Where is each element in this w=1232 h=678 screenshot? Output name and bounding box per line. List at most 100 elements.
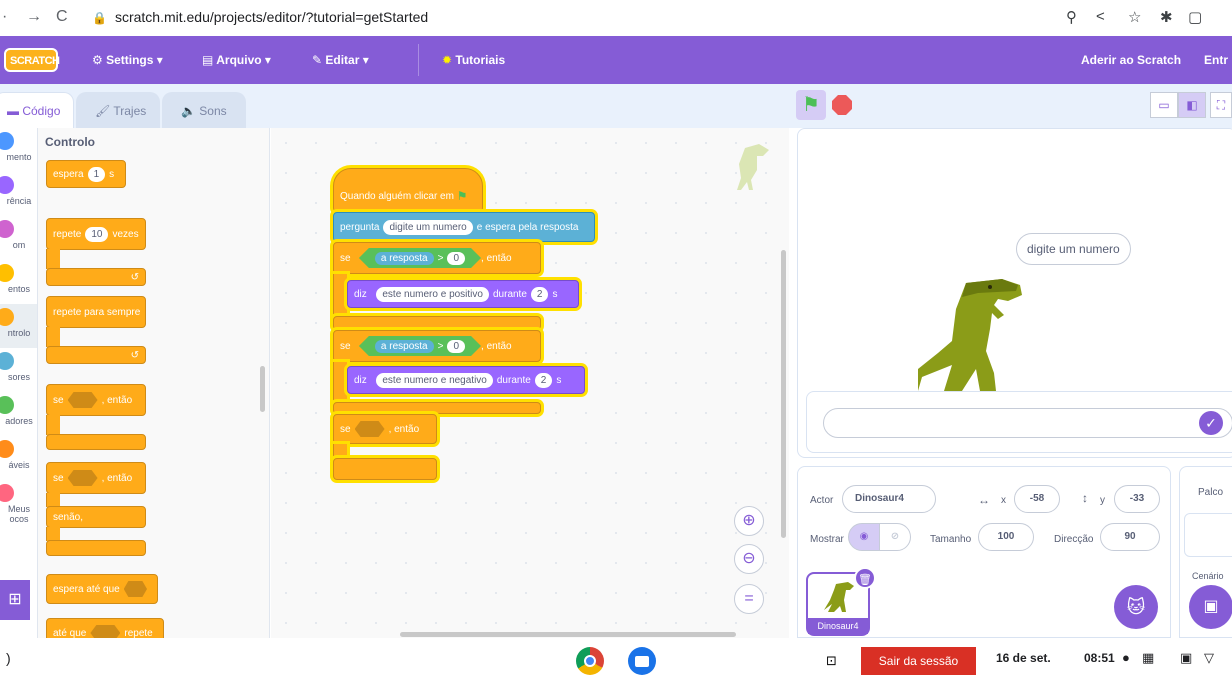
zoom-reset-button[interactable]: = [734,584,764,614]
tutorials-menu[interactable]: ✹ Tutoriais [442,53,505,67]
size-input[interactable]: 100 [978,523,1034,551]
block-input[interactable]: 0 [447,252,465,265]
workspace-horizontal-scrollbar[interactable] [400,632,736,637]
category-motion[interactable]: mento [0,132,37,162]
stage-selector-pane[interactable]: Palco Cenário ▣ [1179,466,1232,638]
answer-reporter[interactable]: a resposta [375,252,434,265]
notification-icon[interactable]: ● [1122,650,1130,665]
category-my-blocks[interactable]: Meus ocos [0,484,37,524]
reload-icon[interactable]: C [56,8,68,26]
files-icon[interactable] [628,647,656,675]
category-operators[interactable]: adores [0,396,37,426]
say-for-secs-block[interactable]: diz este numero e negativo durante 2 s [347,366,585,394]
scratch-logo[interactable]: SCRATCH [4,48,60,72]
if-then-block[interactable]: se , então [46,384,146,416]
chrome-icon[interactable] [576,647,604,675]
add-backdrop-button[interactable]: ▣ [1189,585,1232,629]
zoom-in-button[interactable]: ⊕ [734,506,764,536]
block-input[interactable]: 2 [530,286,549,302]
if-then-block[interactable]: se a resposta > 0 , então [333,330,541,362]
direction-input[interactable]: 90 [1100,523,1160,551]
zoom-icon[interactable]: ⚲ [1066,8,1077,26]
block-input[interactable]: 1 [87,166,106,182]
dinosaur-sprite[interactable] [918,269,1028,394]
join-scratch-link[interactable]: Aderir ao Scratch [1081,53,1181,67]
y-position-input[interactable]: -33 [1114,485,1160,513]
condition-slot[interactable] [67,392,98,408]
tote-icon[interactable]: ⊡ [826,653,837,669]
sprite-name-input[interactable]: Dinosaur4 [842,485,936,513]
block-input[interactable]: 10 [85,226,109,242]
greater-than-operator[interactable]: a resposta > 0 [359,248,481,268]
if-else-block[interactable]: se , então [46,462,146,494]
block-input[interactable]: 2 [534,372,553,388]
fullscreen-button[interactable]: ⛶ [1210,92,1232,118]
block-input[interactable]: este numero e negativo [376,372,493,388]
sign-out-button[interactable]: Sair da sessão [861,647,976,675]
show-hidden-button[interactable]: ⊘ [879,523,911,551]
back-icon[interactable]: · [2,8,7,26]
time-text[interactable]: 08:51 [1084,651,1115,665]
tab-costumes[interactable]: 🖌 Trajes [76,92,160,128]
stage-canvas[interactable]: digite um numero ✓ [797,128,1232,458]
answer-reporter[interactable]: a resposta [375,340,434,353]
keyboard-icon[interactable]: ▣ [1180,650,1192,666]
add-extension-button[interactable]: ⊞ [0,580,30,620]
address-bar[interactable]: 🔒 scratch.mit.edu/projects/editor/?tutori… [92,9,428,25]
repeat-block[interactable]: repete 10 vezes [46,218,146,250]
settings-menu[interactable]: ⚙ Settings ▾ [92,53,163,67]
script-stack[interactable]: Quando alguém clicar em ⚑ pergunta digite… [333,168,595,486]
category-variables[interactable]: áveis [0,440,37,470]
zoom-out-button[interactable]: ⊖ [734,544,764,574]
workspace-vertical-scrollbar[interactable] [781,250,786,538]
submit-check-icon[interactable]: ✓ [1199,411,1223,435]
bookmark-star-icon[interactable]: ☆ [1128,8,1141,26]
date-text[interactable]: 16 de set. [996,651,1051,665]
block-input[interactable]: digite um numero [383,219,473,235]
tab-code[interactable]: ▬ Código [0,92,74,128]
block-input[interactable]: 0 [447,340,465,353]
category-sound[interactable]: om [0,220,37,250]
category-looks[interactable]: rência [0,176,37,206]
say-for-secs-block[interactable]: diz este numero e positivo durante 2 s [347,280,579,308]
show-visible-button[interactable]: ◉ [848,523,880,551]
answer-input[interactable] [823,408,1232,438]
if-then-block[interactable]: se a resposta > 0 , então [333,242,541,274]
condition-slot[interactable] [123,581,147,597]
wifi-icon[interactable]: ▽ [1204,650,1214,666]
edit-menu[interactable]: ✎ Editar ▾ [312,53,369,67]
tab-sounds[interactable]: 🔈 Sons [162,92,246,128]
small-stage-button[interactable]: ▭ [1150,92,1178,118]
script-workspace[interactable]: Quando alguém clicar em ⚑ pergunta digite… [271,128,789,638]
stop-button[interactable] [832,95,852,115]
if-then-block[interactable]: se , então [333,414,437,444]
wait-until-block[interactable]: espera até que [46,574,158,604]
greater-than-operator[interactable]: a resposta > 0 [359,336,481,356]
delete-sprite-icon[interactable]: 🗑 [854,567,876,589]
window-icon[interactable]: ▢ [1188,8,1202,26]
when-flag-clicked-block[interactable]: Quando alguém clicar em ⚑ [333,168,483,212]
sign-in-link[interactable]: Entr [1204,53,1228,67]
forever-block[interactable]: repete para sempre [46,296,146,328]
x-position-input[interactable]: -58 [1014,485,1060,513]
launcher-icon[interactable]: ) [6,650,11,666]
add-sprite-button[interactable]: 🐱 [1114,585,1158,629]
category-sensing[interactable]: sores [0,352,37,382]
category-control[interactable]: ntrolo [0,304,37,348]
wait-block[interactable]: espera 1 s [46,160,126,188]
share-icon[interactable]: < [1096,8,1105,25]
category-events[interactable]: entos [0,264,37,294]
stage-thumbnail[interactable] [1184,513,1232,557]
green-flag-button[interactable]: ⚑ [796,90,826,120]
extensions-icon[interactable]: ✱ [1160,8,1173,26]
phone-hub-icon[interactable]: ▦ [1142,650,1154,666]
forward-icon[interactable]: → [26,8,42,26]
palette-scrollbar[interactable] [260,366,265,412]
condition-slot[interactable] [354,421,385,437]
normal-stage-button[interactable]: ◧ [1178,92,1206,118]
ask-and-wait-block[interactable]: pergunta digite um numero e espera pela re… [333,212,595,242]
condition-slot[interactable] [90,625,121,638]
block-input[interactable]: este numero e positivo [376,286,489,302]
file-menu[interactable]: ▤ Arquivo ▾ [202,53,271,67]
repeat-until-block[interactable]: até que repete [46,618,164,638]
